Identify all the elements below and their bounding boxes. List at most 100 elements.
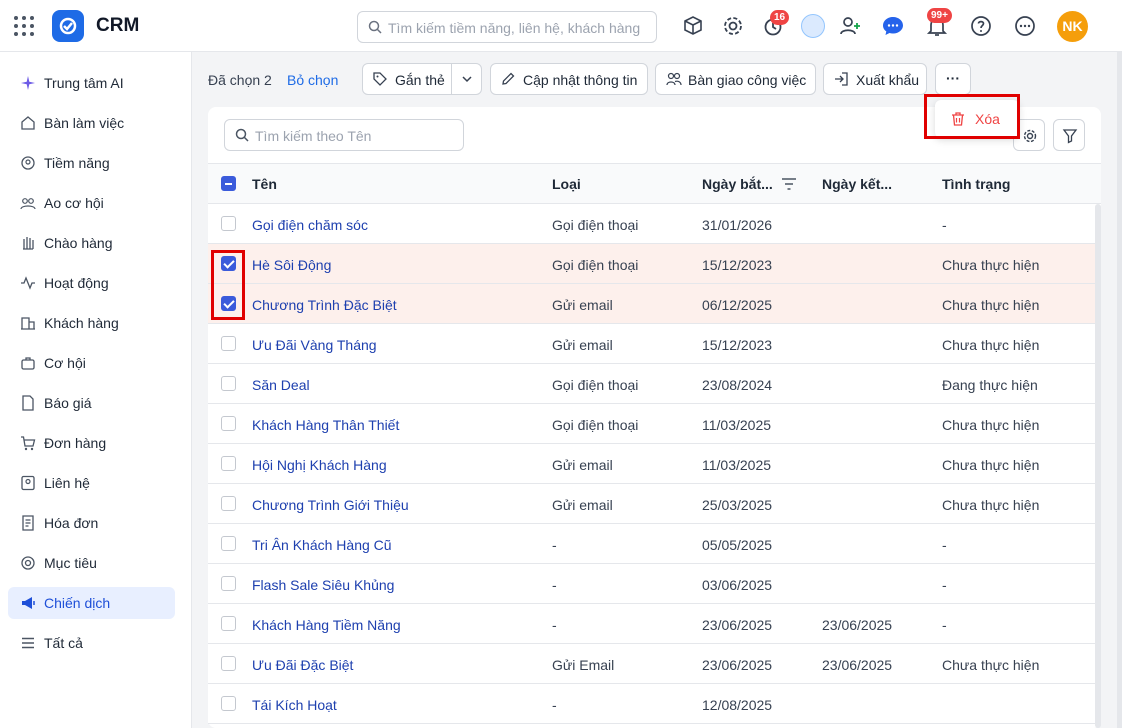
sidebar-item-5[interactable]: Hoạt động [8,267,175,299]
table-row[interactable]: Tái Kích Hoạt - 12/08/2025 [208,684,1101,724]
app-grid-icon[interactable] [14,16,34,36]
sidebar-item-2[interactable]: Tiềm năng [8,147,175,179]
table-row[interactable]: Chương Trình Đặc Biệt Gửi email 06/12/2025… [208,284,1101,324]
update-info-label: Cập nhật thông tin [523,72,638,88]
row-name-link[interactable]: Hội Nghị Khách Hàng [252,457,387,473]
row-name-link[interactable]: Chương Trình Giới Thiệu [252,497,409,513]
sidebar-item-11[interactable]: Hóa đơn [8,507,175,539]
row-checkbox[interactable] [221,576,236,591]
sidebar-item-label: Bàn làm việc [44,115,125,131]
row-name-link[interactable]: Gọi điện chăm sóc [252,217,368,233]
column-name[interactable]: Tên [252,176,277,192]
table-row[interactable]: Flash Sale Siêu Khủng - 03/06/2025 - [208,564,1101,604]
table-row[interactable]: Hè Sôi Động Gọi điện thoại 15/12/2023 Chưa … [208,244,1101,284]
box-search-icon[interactable] [681,14,705,38]
export-button[interactable]: Xuất khẩu [823,63,927,95]
row-name-link[interactable]: Ưu Đãi Vàng Tháng [252,337,377,353]
row-name-link[interactable]: Hè Sôi Động [252,257,331,273]
row-checkbox[interactable] [221,336,236,351]
row-checkbox[interactable] [221,376,236,391]
more-actions-button[interactable]: ··· [935,63,971,95]
row-checkbox[interactable] [221,216,236,231]
table-row[interactable]: Hội Nghị Khách Hàng Gửi email 11/03/2025 Ch… [208,444,1101,484]
handover-button[interactable]: Bàn giao công việc [655,63,816,95]
row-checkbox[interactable] [221,456,236,471]
sidebar-item-7[interactable]: Cơ hội [8,347,175,379]
row-start-date: 06/12/2025 [702,297,773,313]
chat-icon[interactable] [881,14,905,38]
row-type: - [552,577,557,593]
goal-icon [21,556,35,570]
table-row[interactable]: Khách Hàng Thân Thiết Gọi điện thoại 11/03… [208,404,1101,444]
row-start-date: 11/03/2025 [702,417,772,433]
update-info-button[interactable]: Cập nhật thông tin [490,63,648,95]
sidebar-item-14[interactable]: Tất cả [8,627,175,659]
page-scrollbar[interactable] [1117,52,1122,728]
more-circle-icon[interactable] [1013,14,1037,38]
row-name-link[interactable]: Ưu Đãi Đặc Biệt [252,657,353,673]
sidebar-item-0[interactable]: Trung tâm AI [8,67,175,99]
gear-icon[interactable] [721,14,745,38]
table-row[interactable]: Khách Hàng Tiềm Năng - 23/06/2025 23/06/202… [208,604,1101,644]
global-search-input[interactable] [388,18,650,38]
export-icon [835,72,848,86]
row-checkbox[interactable] [221,616,236,631]
sidebar-item-12[interactable]: Mục tiêu [8,547,175,579]
chevron-down-icon[interactable] [460,72,474,86]
sidebar-item-3[interactable]: Ao cơ hội [8,187,175,219]
filter-button[interactable] [1053,119,1085,151]
column-start-date[interactable]: Ngày bắt... [702,176,773,192]
column-type[interactable]: Loại [552,176,581,192]
table-row[interactable]: Ưu Đãi Đặc Biệt Gửi Email 23/06/2025 23/06/… [208,644,1101,684]
list-search[interactable] [224,119,464,151]
table-row[interactable]: Săn Deal Gọi điện thoại 23/08/2024 Đang thự… [208,364,1101,404]
row-type: - [552,617,557,633]
row-type: Gửi Email [552,657,615,673]
select-all-checkbox[interactable] [221,176,236,191]
tag-button[interactable]: Gắn thẻ [362,63,482,95]
row-name-link[interactable]: Tri Ân Khách Hàng Cũ [252,537,392,553]
row-checkbox[interactable] [221,416,236,431]
list-search-input[interactable] [255,126,455,146]
sidebar-item-label: Hoạt động [44,275,109,291]
crm-logo[interactable] [52,10,84,42]
sidebar-item-10[interactable]: Liên hệ [8,467,175,499]
row-name-link[interactable]: Khách Hàng Thân Thiết [252,417,399,433]
row-name-link[interactable]: Chương Trình Đặc Biệt [252,297,397,313]
help-icon[interactable] [969,14,993,38]
column-end-date[interactable]: Ngày kết... [822,176,892,192]
table-row[interactable]: Tri Ân Khách Hàng Cũ - 05/05/2025 - [208,524,1101,564]
row-name-link[interactable]: Flash Sale Siêu Khủng [252,577,394,593]
table-scrollbar[interactable] [1095,204,1101,728]
table-row[interactable]: Ưu Đãi Vàng Tháng Gửi email 15/12/2023 Chưa… [208,324,1101,364]
column-status[interactable]: Tình trạng [942,176,1010,192]
table-row[interactable]: Gọi điện chăm sóc Gọi điện thoại 31/01/202… [208,204,1101,244]
add-user-icon[interactable] [838,14,862,38]
row-checkbox[interactable] [221,496,236,511]
row-name-link[interactable]: Tái Kích Hoạt [252,697,337,713]
users-group-icon [20,198,36,210]
cart-icon [21,436,36,451]
row-checkbox[interactable] [221,536,236,551]
sidebar-item-9[interactable]: Đơn hàng [8,427,175,459]
user-avatar[interactable]: NK [1057,11,1088,42]
sidebar-item-13[interactable]: Chiến dịch [8,587,175,619]
sort-icon[interactable] [781,177,797,191]
app-title: CRM [96,15,140,36]
row-checkbox[interactable] [221,696,236,711]
sidebar-item-1[interactable]: Bàn làm việc [8,107,175,139]
assistant-avatar-icon[interactable] [801,14,825,38]
row-name-link[interactable]: Săn Deal [252,377,310,393]
row-name-link[interactable]: Khách Hàng Tiềm Năng [252,617,401,633]
sidebar-item-6[interactable]: Khách hàng [8,307,175,339]
row-checkbox[interactable] [221,656,236,671]
table-row[interactable]: Chương Trình Giới Thiệu Gửi email 25/03/20… [208,484,1101,524]
sidebar-item-label: Trung tâm AI [44,75,124,91]
sidebar-item-8[interactable]: Báo giá [8,387,175,419]
sidebar-item-label: Chiến dịch [44,595,111,611]
row-type: Gửi email [552,297,613,313]
unselect-link[interactable]: Bỏ chọn [287,72,338,88]
global-search[interactable] [357,11,657,43]
sidebar-item-4[interactable]: Chào hàng [8,227,175,259]
quote-doc-icon [22,395,34,411]
